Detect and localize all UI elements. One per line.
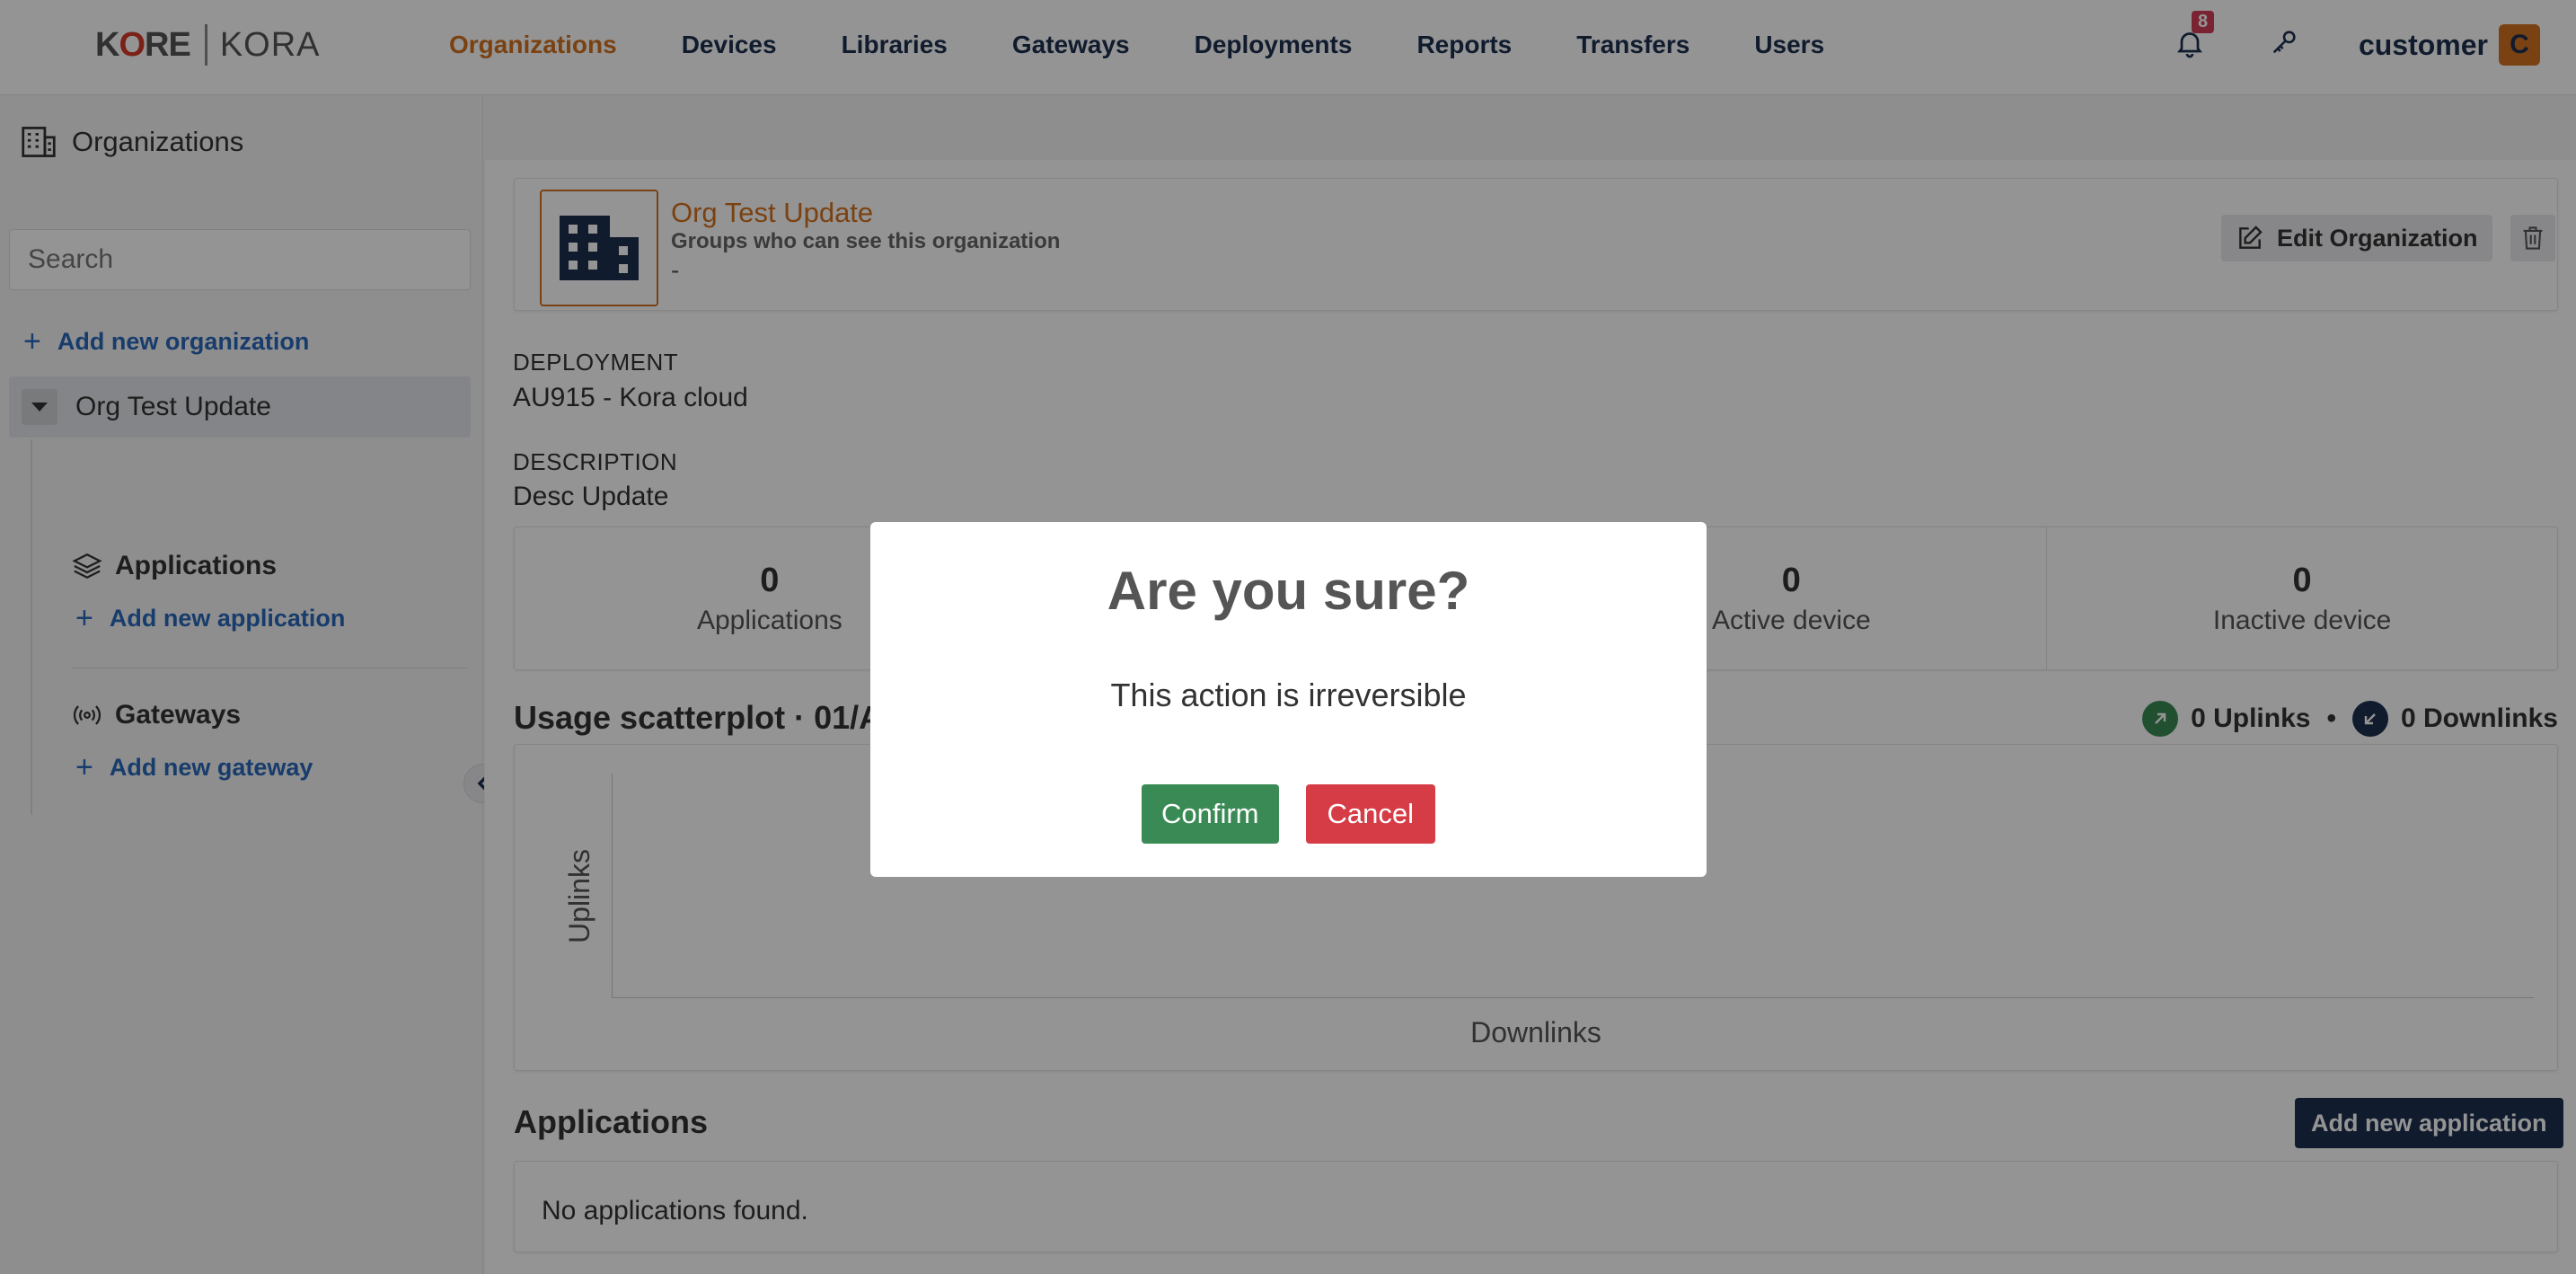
confirm-dialog: Are you sure? This action is irreversibl… bbox=[870, 522, 1707, 877]
confirm-button[interactable]: Confirm bbox=[1141, 784, 1279, 844]
dialog-message: This action is irreversible bbox=[1110, 677, 1467, 713]
dialog-title: Are you sure? bbox=[1107, 561, 1470, 621]
dialog-buttons: Confirm Cancel bbox=[870, 784, 1707, 844]
cancel-button[interactable]: Cancel bbox=[1305, 784, 1435, 844]
